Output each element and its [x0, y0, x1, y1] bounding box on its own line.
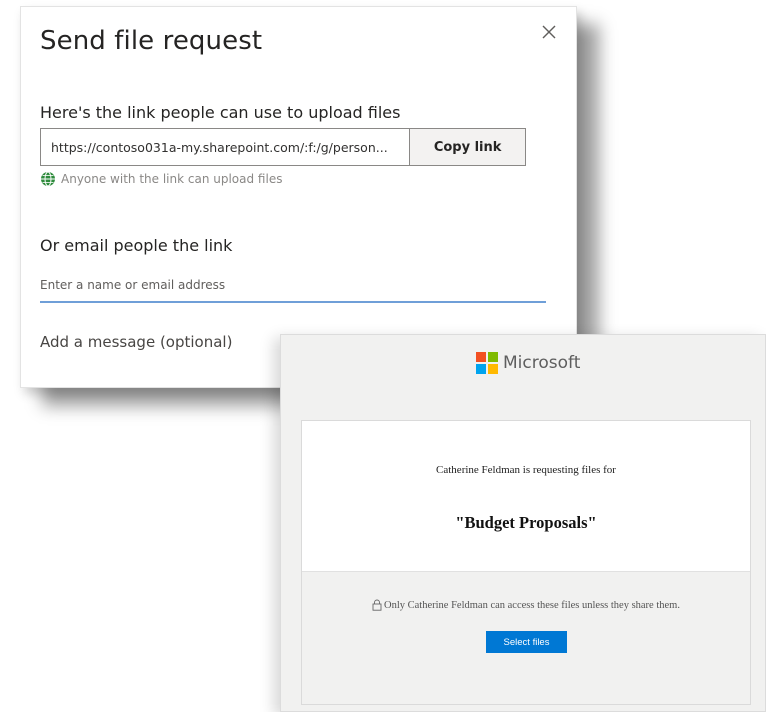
dialog-title: Send file request	[40, 26, 263, 56]
folder-name: "Budget Proposals"	[455, 513, 597, 532]
lock-icon	[372, 599, 382, 611]
share-link-field[interactable]	[40, 128, 410, 166]
anyone-text: Anyone with the link can upload files	[61, 172, 283, 186]
request-summary-panel: Catherine Feldman is requesting files fo…	[302, 421, 750, 572]
requesting-text: Catherine Feldman is requesting files fo…	[436, 464, 616, 476]
email-body: Catherine Feldman is requesting files fo…	[301, 420, 751, 705]
copy-link-button[interactable]: Copy link	[409, 128, 526, 166]
privacy-note: Only Catherine Feldman can access these …	[302, 599, 750, 611]
globe-icon	[41, 171, 55, 187]
select-files-button[interactable]: Select files	[486, 631, 567, 653]
microsoft-brand: Microsoft	[476, 352, 580, 374]
brand-name: Microsoft	[503, 353, 581, 373]
message-input[interactable]	[40, 329, 280, 355]
close-icon[interactable]	[538, 21, 560, 43]
email-recipient-input[interactable]	[40, 273, 546, 303]
microsoft-logo-icon	[476, 352, 498, 374]
email-preview-card: Microsoft Catherine Feldman is requestin…	[280, 334, 766, 712]
link-permission-note: Anyone with the link can upload files	[40, 171, 282, 187]
send-file-request-dialog: Send file request Here's the link people…	[20, 6, 577, 388]
privacy-text: Only Catherine Feldman can access these …	[384, 599, 680, 611]
link-heading: Here's the link people can use to upload…	[40, 103, 401, 122]
link-row: Copy link	[40, 128, 526, 166]
email-heading: Or email people the link	[40, 236, 233, 255]
